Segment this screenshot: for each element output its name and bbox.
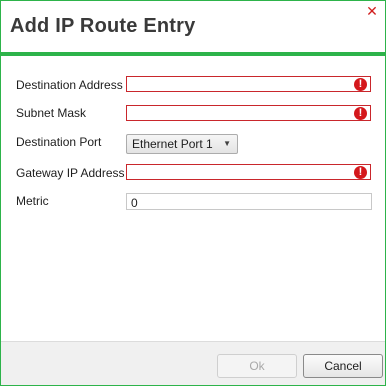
error-icon: ! bbox=[354, 166, 367, 179]
ok-button[interactable]: Ok bbox=[217, 354, 297, 378]
metric-field[interactable] bbox=[126, 193, 372, 211]
chevron-down-icon: ▼ bbox=[223, 139, 231, 148]
error-icon: ! bbox=[354, 78, 367, 91]
dialog-title: Add IP Route Entry bbox=[10, 15, 196, 37]
close-icon[interactable]: ✕ bbox=[365, 4, 379, 18]
destination-address-field[interactable]: ! bbox=[126, 76, 371, 93]
destination-address-input[interactable] bbox=[127, 79, 355, 93]
subnet-mask-field[interactable]: ! bbox=[126, 105, 371, 122]
destination-address-label: Destination Address bbox=[16, 78, 123, 92]
error-icon: ! bbox=[354, 107, 367, 120]
gateway-ip-label: Gateway IP Address bbox=[16, 166, 125, 180]
metric-input[interactable] bbox=[127, 195, 371, 211]
destination-port-select[interactable]: Ethernet Port 1 ▼ bbox=[126, 134, 238, 154]
destination-port-selected: Ethernet Port 1 bbox=[132, 137, 213, 151]
metric-label: Metric bbox=[16, 194, 49, 208]
subnet-mask-label: Subnet Mask bbox=[16, 106, 87, 120]
destination-port-label: Destination Port bbox=[16, 135, 102, 149]
cancel-button[interactable]: Cancel bbox=[303, 354, 383, 378]
dialog-footer: Ok Cancel bbox=[1, 341, 385, 385]
gateway-ip-input[interactable] bbox=[127, 167, 355, 181]
subnet-mask-input[interactable] bbox=[127, 108, 355, 122]
title-divider bbox=[1, 52, 385, 56]
add-ip-route-dialog: Add IP Route Entry ✕ Destination Address… bbox=[0, 0, 386, 386]
gateway-ip-field[interactable]: ! bbox=[126, 164, 371, 181]
